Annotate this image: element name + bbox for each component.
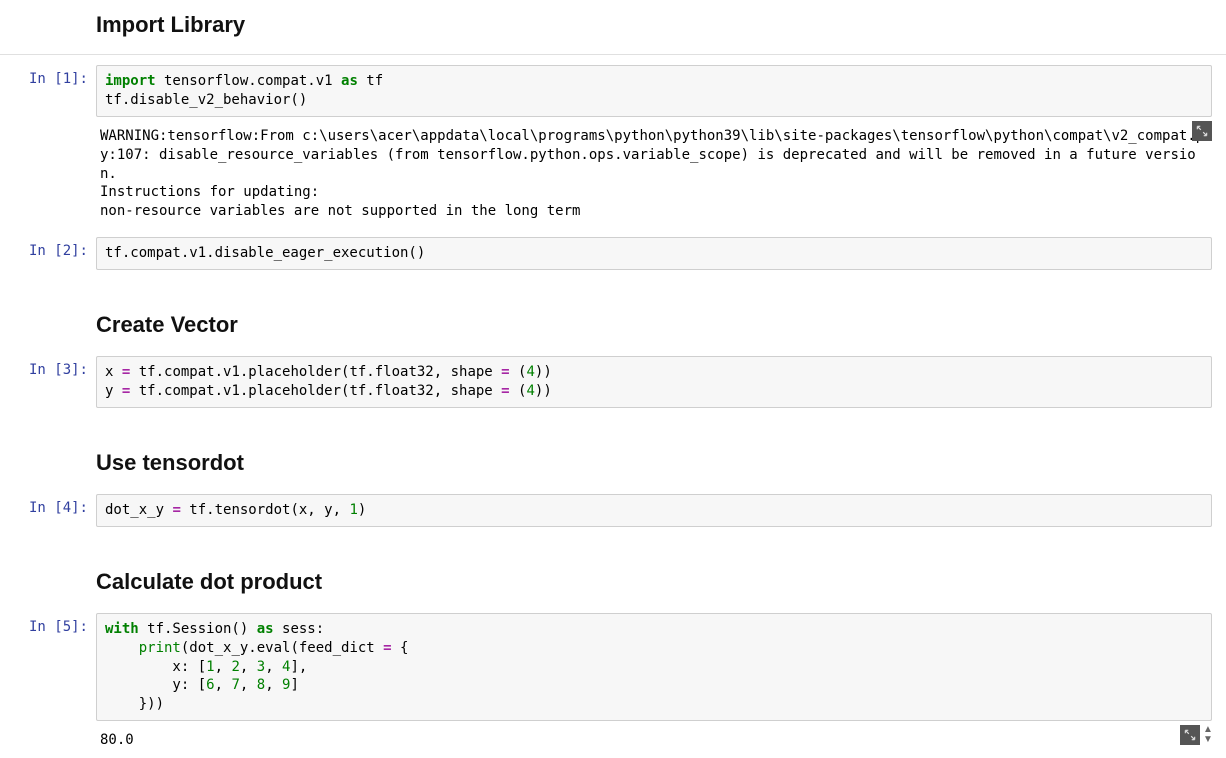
heading-create-vector: Create Vector xyxy=(96,312,1212,338)
code-input[interactable]: x = tf.compat.v1.placeholder(tf.float32,… xyxy=(96,356,1212,408)
markdown-cell: Create Vector xyxy=(0,300,1226,354)
code-cell[interactable]: In [1]: import tensorflow.compat.v1 as t… xyxy=(0,63,1226,119)
heading-calculate-dot: Calculate dot product xyxy=(96,569,1212,595)
code-cell[interactable]: In [2]: tf.compat.v1.disable_eager_execu… xyxy=(0,235,1226,272)
code-input[interactable]: with tf.Session() as sess: print(dot_x_y… xyxy=(96,613,1212,721)
stdout-output: WARNING:tensorflow:From c:\users\acer\ap… xyxy=(96,121,1212,227)
output-cell: WARNING:tensorflow:From c:\users\acer\ap… xyxy=(0,119,1226,229)
code-input[interactable]: import tensorflow.compat.v1 as tf tf.dis… xyxy=(96,65,1212,117)
divider xyxy=(0,54,1226,55)
keyword-as: as xyxy=(341,73,358,89)
input-prompt: In [2]: xyxy=(0,237,96,265)
prompt-empty xyxy=(0,2,96,12)
stdout-output: 80.0 xyxy=(96,725,1212,756)
code-cell[interactable]: In [3]: x = tf.compat.v1.placeholder(tf.… xyxy=(0,354,1226,410)
prompt-empty xyxy=(0,725,96,735)
code-cell[interactable]: In [4]: dot_x_y = tf.tensordot(x, y, 1) xyxy=(0,492,1226,529)
markdown-cell: Calculate dot product xyxy=(0,557,1226,611)
markdown-cell: Import Library xyxy=(0,0,1226,54)
keyword-import: import xyxy=(105,73,156,89)
heading-import-library: Import Library xyxy=(96,12,1212,38)
prompt-empty xyxy=(0,440,96,450)
code-input[interactable]: tf.compat.v1.disable_eager_execution() xyxy=(96,237,1212,270)
notebook: Import Library In [1]: import tensorflow… xyxy=(0,0,1226,758)
expand-output-icon[interactable] xyxy=(1180,725,1200,745)
input-prompt: In [5]: xyxy=(0,613,96,641)
prompt-empty xyxy=(0,121,96,131)
input-prompt: In [1]: xyxy=(0,65,96,93)
prompt-empty xyxy=(0,302,96,312)
heading-use-tensordot: Use tensordot xyxy=(96,450,1212,476)
prompt-empty xyxy=(0,559,96,569)
input-prompt: In [4]: xyxy=(0,494,96,522)
markdown-cell: Use tensordot xyxy=(0,438,1226,492)
sort-output-icon[interactable]: ▲▼ xyxy=(1202,725,1214,745)
code-input[interactable]: dot_x_y = tf.tensordot(x, y, 1) xyxy=(96,494,1212,527)
code-cell[interactable]: In [5]: with tf.Session() as sess: print… xyxy=(0,611,1226,723)
input-prompt: In [3]: xyxy=(0,356,96,384)
expand-output-icon[interactable] xyxy=(1192,121,1212,141)
